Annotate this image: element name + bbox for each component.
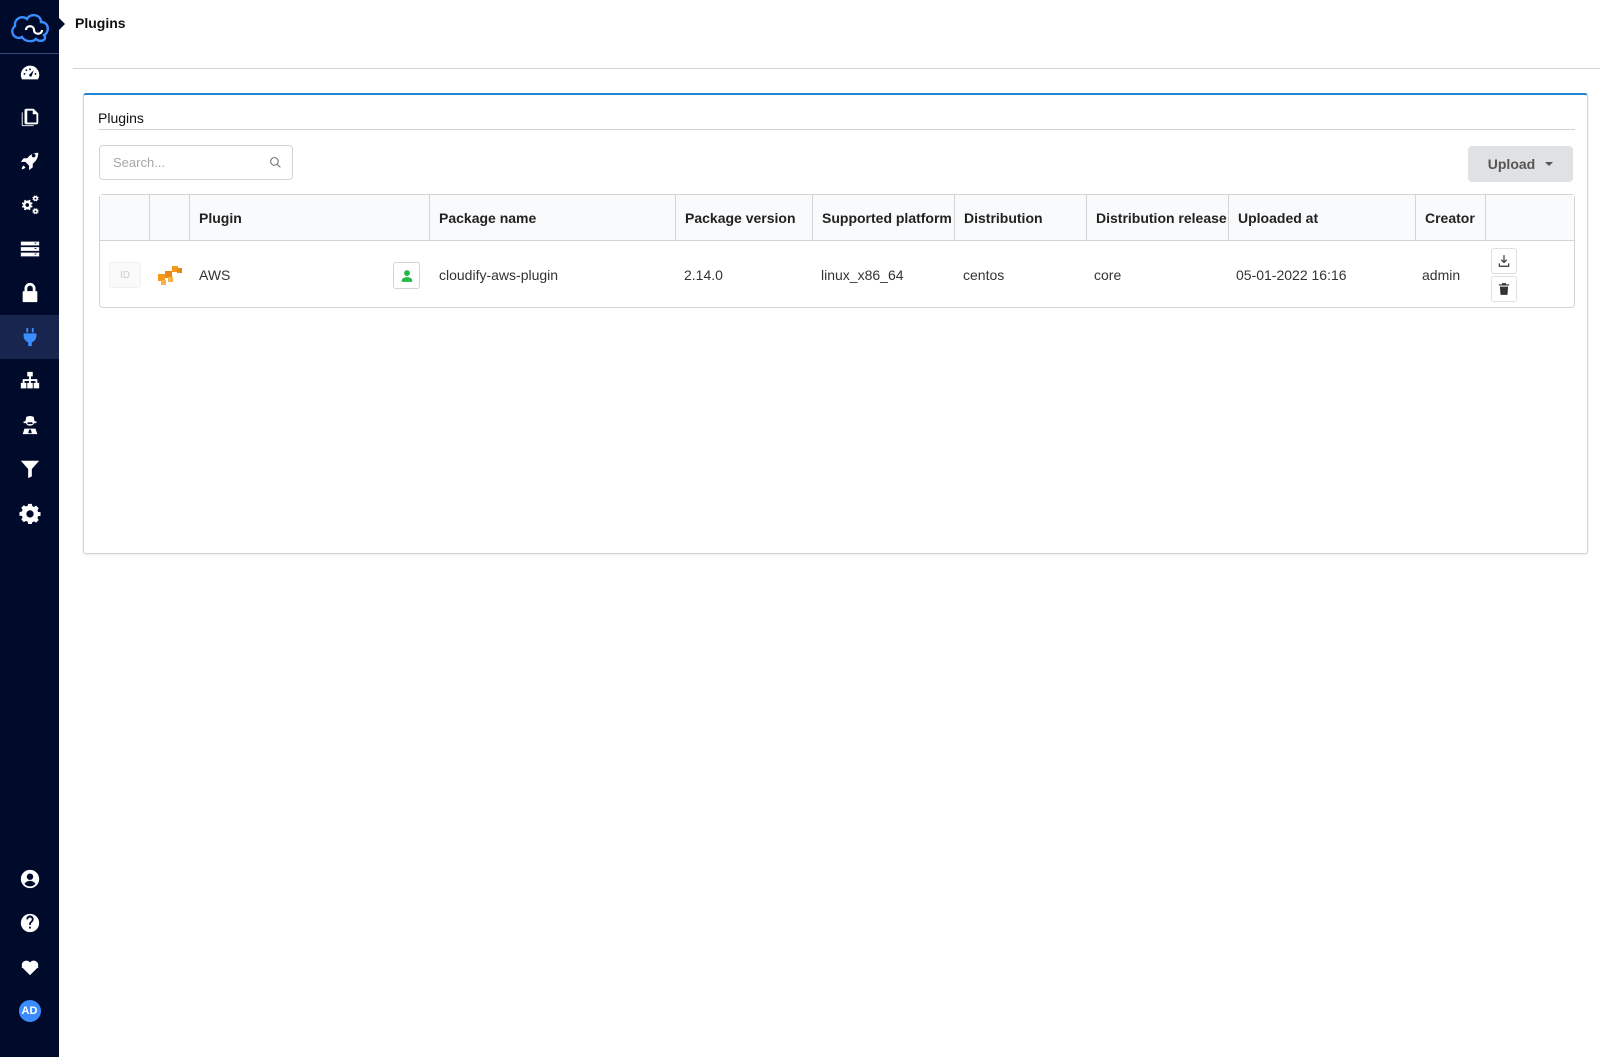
- row-uploaded-at-cell: 05-01-2022 16:16: [1236, 267, 1347, 283]
- row-package-version-cell: 2.14.0: [684, 267, 723, 283]
- cloud-logo-icon: [10, 13, 49, 42]
- cloudify-logo[interactable]: [0, 0, 59, 54]
- breadcrumb: Plugins: [75, 15, 126, 31]
- column-header-package-version[interactable]: Package version: [676, 195, 813, 241]
- breadcrumb-arrow: [59, 18, 65, 30]
- filter-icon: [20, 460, 39, 479]
- sidebar-item-help[interactable]: [0, 901, 59, 945]
- download-button[interactable]: [1491, 248, 1517, 274]
- search-icon: [270, 157, 281, 168]
- copy-icon: [21, 108, 38, 127]
- avatar: AD: [18, 1000, 41, 1022]
- chevron-down-icon: [1545, 162, 1554, 166]
- table-row[interactable]: ID AWS cloudify-aws-plugin 2.14.0 linux_…: [100, 242, 1574, 308]
- sidebar-item-blueprints[interactable]: [0, 95, 59, 139]
- user-secret-icon: [22, 415, 37, 435]
- sidebar-item-agents[interactable]: [0, 403, 59, 447]
- visibility-button[interactable]: [393, 262, 420, 289]
- dashboard-icon: [20, 65, 39, 80]
- sitemap-icon: [20, 371, 39, 389]
- sidebar-item-services[interactable]: [0, 183, 59, 227]
- row-creator-cell: admin: [1422, 267, 1461, 283]
- row-plugin-cell: AWS: [190, 242, 430, 308]
- plugins-widget: Plugins Upload Plugin Package name Packa…: [83, 93, 1588, 554]
- sidebar: AD: [0, 0, 59, 1057]
- row-distribution-release-cell: core: [1094, 267, 1122, 283]
- plugins-table: Plugin Package name Package version Supp…: [99, 194, 1575, 308]
- sidebar-item-secrets[interactable]: [0, 271, 59, 315]
- column-header-package-name[interactable]: Package name: [430, 195, 676, 241]
- column-header-plugin[interactable]: Plugin: [190, 195, 430, 241]
- sidebar-item-environments[interactable]: [0, 227, 59, 271]
- download-icon: [1498, 255, 1510, 267]
- sidebar-item-sites[interactable]: [0, 359, 59, 403]
- search-box: [99, 145, 293, 180]
- row-id-cell: ID: [100, 242, 150, 308]
- upload-button[interactable]: Upload: [1468, 146, 1573, 182]
- sidebar-item-profile[interactable]: [0, 857, 59, 901]
- column-header-distribution-release[interactable]: Distribution release: [1087, 195, 1229, 241]
- table-header: Plugin Package name Package version Supp…: [100, 195, 1574, 241]
- server-icon: [20, 241, 39, 257]
- row-package-name-cell: cloudify-aws-plugin: [439, 267, 559, 283]
- question-circle-icon: [20, 913, 39, 933]
- row-icon-cell: [150, 242, 190, 308]
- row-supported-platform-cell: linux_x86_64: [821, 267, 904, 283]
- row-distribution-cell: centos: [963, 267, 1005, 283]
- column-header-supported-platform[interactable]: Supported platform: [813, 195, 955, 241]
- id-badge[interactable]: ID: [109, 262, 141, 288]
- sidebar-item-filters[interactable]: [0, 447, 59, 491]
- column-header-icon[interactable]: [150, 195, 190, 241]
- sidebar-item-user-menu[interactable]: AD: [0, 989, 59, 1033]
- cogs-icon: [21, 195, 39, 215]
- sidebar-item-health[interactable]: [0, 945, 59, 989]
- gear-icon: [18, 503, 41, 524]
- sidebar-item-plugins[interactable]: [0, 315, 59, 359]
- trash-icon: [1498, 283, 1510, 295]
- user-icon: [401, 269, 412, 282]
- upload-button-label: Upload: [1487, 156, 1536, 172]
- delete-button[interactable]: [1491, 276, 1517, 302]
- widget-title: Plugins: [98, 110, 144, 126]
- plug-icon: [23, 327, 36, 347]
- sidebar-item-deployments[interactable]: [0, 139, 59, 183]
- column-header-actions: [1486, 195, 1576, 241]
- sidebar-item-settings[interactable]: [0, 491, 59, 535]
- plugin-name: AWS: [199, 267, 231, 283]
- heartbeat-icon: [21, 960, 38, 976]
- sidebar-item-dashboard[interactable]: [0, 51, 59, 95]
- rocket-icon: [20, 152, 38, 171]
- aws-icon: [158, 266, 182, 285]
- column-header-distribution[interactable]: Distribution: [955, 195, 1087, 241]
- search-input[interactable]: [113, 155, 269, 170]
- column-header-creator[interactable]: Creator: [1416, 195, 1486, 241]
- column-header-uploaded-at[interactable]: Uploaded at: [1229, 195, 1416, 241]
- column-header-id[interactable]: [100, 195, 150, 241]
- widget-title-divider: [98, 129, 1575, 130]
- user-circle-icon: [20, 869, 39, 889]
- lock-icon: [22, 282, 37, 303]
- header-divider: [73, 68, 1600, 69]
